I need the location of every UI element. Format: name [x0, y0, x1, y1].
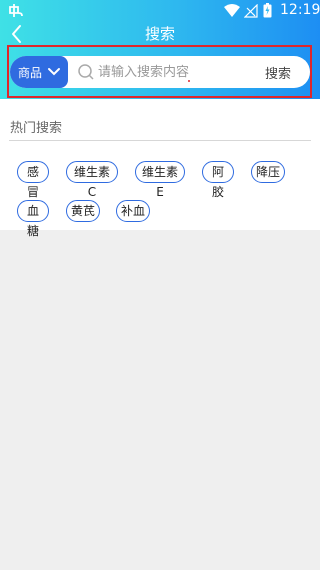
search-icon: [78, 64, 94, 80]
hot-search-panel: 热门搜索 感冒 维生素C 维生素E 阿胶 降压 血糖 黄芪 补血: [0, 99, 320, 238]
wifi-icon: [224, 4, 240, 17]
hot-tag[interactable]: 维生素C: [66, 161, 118, 199]
status-time: 12:19: [280, 2, 320, 18]
hot-tag[interactable]: 感冒: [17, 161, 49, 199]
hot-tag[interactable]: 补血: [116, 200, 150, 222]
category-label: 商品: [18, 66, 43, 80]
hot-tag[interactable]: 黄芪: [66, 200, 100, 222]
navbar: 搜索: [0, 22, 320, 46]
page-title: 搜索: [144, 25, 175, 43]
hot-tag[interactable]: 降压: [251, 161, 285, 183]
divider: [9, 140, 311, 141]
hot-tag[interactable]: 维生素E: [135, 161, 185, 199]
hot-search-title: 热门搜索: [10, 121, 63, 136]
hot-tag[interactable]: 阿胶: [202, 161, 234, 199]
header-area: 12:19 搜索 商品 搜索: [0, 0, 320, 99]
app-icon: [9, 4, 23, 17]
search-page: 12:19 搜索 商品 搜索 热门搜索: [0, 0, 320, 570]
hot-tag[interactable]: 血糖: [17, 200, 49, 238]
search-bar: 商品 搜索: [10, 56, 310, 88]
category-dropdown[interactable]: 商品: [10, 56, 68, 88]
no-signal-icon: [244, 4, 258, 18]
battery-charging-icon: [263, 3, 272, 18]
cursor-dot: [188, 80, 190, 82]
chevron-down-icon: [48, 68, 60, 76]
search-input[interactable]: [98, 60, 258, 84]
status-bar: 12:19: [0, 0, 320, 22]
search-button[interactable]: 搜索: [256, 63, 300, 82]
